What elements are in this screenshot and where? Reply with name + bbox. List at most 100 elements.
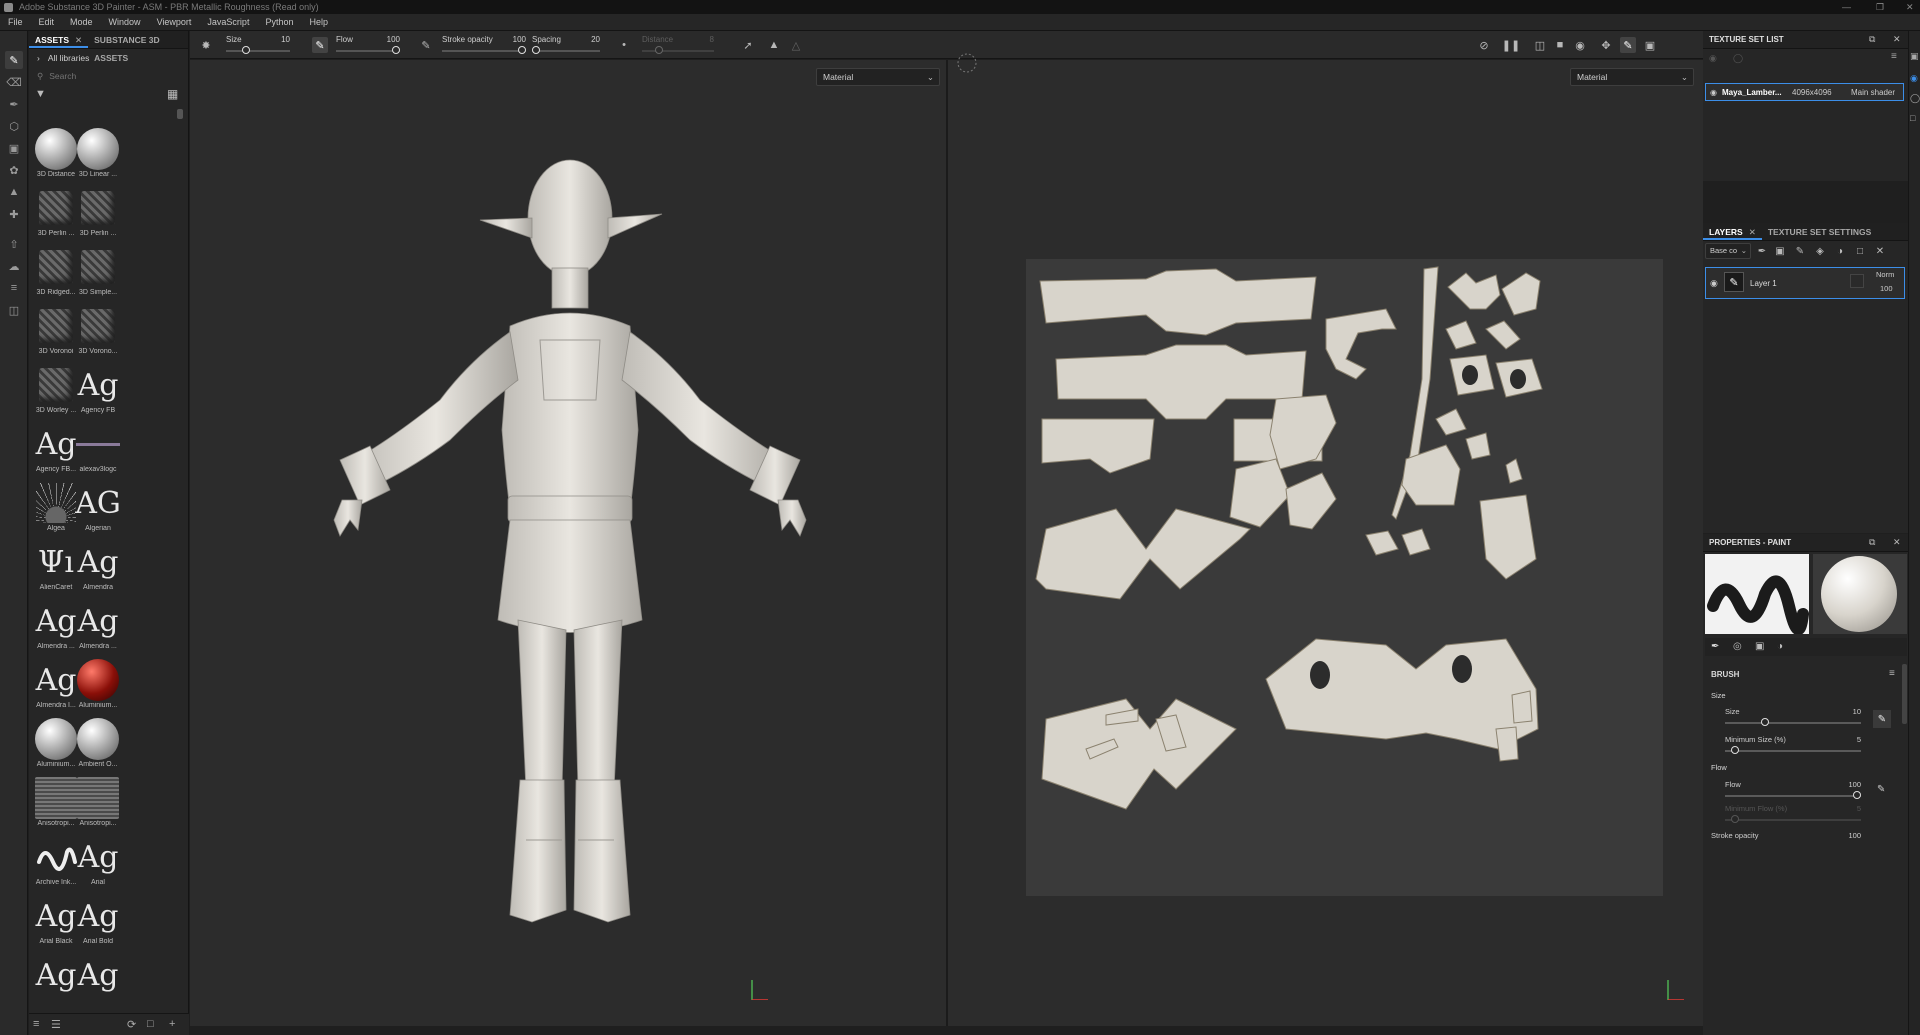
projection-tool-icon[interactable]: ✒ — [5, 95, 23, 113]
asset-item[interactable]: AG Algerian — [73, 481, 123, 539]
tab-texture-set-settings[interactable]: TEXTURE SET SETTINGS — [1762, 223, 1877, 240]
asset-item[interactable]: 3D Simple... — [73, 245, 123, 303]
layer-visibility-icon[interactable]: ◉ — [1710, 278, 1718, 289]
asset-item[interactable]: alexav3logc — [73, 422, 123, 480]
asset-item[interactable]: Ambient O... — [73, 717, 123, 775]
export-icon[interactable]: ◫ — [5, 301, 23, 319]
add-paint-layer-icon[interactable]: ✎ — [1793, 244, 1807, 258]
prop-min-size-slider[interactable]: Minimum Size (%) 5 — [1725, 735, 1861, 759]
asset-item[interactable]: Ag Almendra ... — [73, 599, 123, 657]
clone-tool-icon[interactable]: ✿ — [5, 161, 23, 179]
close-icon[interactable]: ✕ — [1893, 34, 1901, 45]
menu-python[interactable]: Python — [257, 17, 301, 27]
texture-set-row[interactable]: ◉ Maya_Lamber... 4096x4096 Main shader — [1705, 83, 1904, 101]
delete-layer-icon[interactable]: ✕ — [1873, 244, 1887, 258]
brush-preset-menu-icon[interactable]: ≡ — [1889, 668, 1895, 679]
asset-item[interactable]: Ag Almendra — [73, 540, 123, 598]
stencil-tab-icon[interactable]: ▣ — [1755, 641, 1764, 652]
symmetry-icon[interactable]: ▲ — [766, 37, 782, 53]
undock-icon[interactable]: ⧉ — [1869, 34, 1875, 45]
add-mask-icon[interactable]: ▣ — [1773, 244, 1787, 258]
flow-pressure-icon[interactable]: ✎ — [1877, 784, 1885, 795]
add-folder-icon[interactable]: □ — [1853, 244, 1867, 258]
iray-icon[interactable]: ☁ — [5, 257, 23, 275]
close-tab-icon[interactable]: ✕ — [1749, 227, 1756, 237]
stroke-opacity-slider[interactable]: Stroke opacity 100 — [442, 33, 526, 57]
undock-icon[interactable]: ⧉ — [1869, 537, 1875, 548]
search-input[interactable] — [49, 71, 170, 81]
eraser-tool-icon[interactable]: ⌫ — [5, 73, 23, 91]
prop-flow-slider[interactable]: Flow 100 — [1725, 780, 1861, 804]
grid-view-icon[interactable]: ▦ — [167, 87, 178, 101]
layer-row[interactable]: ◉ ✎ Layer 1 Norm 100 — [1705, 267, 1905, 299]
add-fill-layer-icon[interactable]: ◈ — [1813, 244, 1827, 258]
menu-mode[interactable]: Mode — [62, 17, 101, 27]
close-icon[interactable]: ✕ — [1906, 0, 1914, 14]
pressure-size-icon[interactable]: ✎ — [312, 37, 328, 53]
stroke-opacity-knob[interactable] — [518, 46, 526, 54]
view-mode-icon[interactable]: ◫ — [1532, 37, 1548, 53]
size-pressure-icon[interactable]: ✎ — [1873, 710, 1891, 728]
asset-item[interactable]: Ag Agency FB — [73, 363, 123, 421]
bake-icon[interactable]: ⇧ — [5, 235, 23, 253]
prop-size-knob[interactable] — [1760, 718, 1769, 726]
menu-viewport[interactable]: Viewport — [149, 17, 200, 27]
asset-item[interactable]: Ag Arial Bold — [73, 894, 123, 952]
pressure-flow-icon[interactable]: ✎ — [418, 37, 434, 53]
paint-brush-tool-icon[interactable]: ✎ — [5, 51, 23, 69]
menu-help[interactable]: Help — [301, 17, 336, 27]
shader-rail-icon[interactable]: □ — [1910, 113, 1915, 123]
symmetry-settings-icon[interactable]: △ — [788, 37, 804, 53]
transform-icon[interactable]: ✥ — [1598, 37, 1614, 53]
layer-opacity[interactable]: 100 — [1880, 284, 1893, 293]
tab-layers[interactable]: LAYERS ✕ — [1703, 223, 1762, 240]
flow-slider[interactable]: Flow 100 — [336, 33, 400, 57]
spacing-knob[interactable] — [532, 46, 540, 54]
folder-icon[interactable]: □ — [147, 1018, 154, 1030]
stamp-tool-icon[interactable]: ▲ — [5, 183, 23, 201]
viewport-2d-channel-dropdown[interactable]: Material ⌄ — [1570, 68, 1694, 86]
hide-icon[interactable]: ⊘ — [1476, 37, 1492, 53]
add-smart-material-icon[interactable]: ◑ — [1833, 244, 1847, 258]
spacing-slider[interactable]: Spacing 20 — [532, 33, 600, 57]
close-tab-icon[interactable]: ✕ — [75, 35, 82, 45]
layer-mask-slot[interactable] — [1850, 274, 1864, 288]
color-picker-tool-icon[interactable]: ✚ — [5, 205, 23, 223]
layer-channel-dropdown[interactable]: Base co ⌄ — [1705, 243, 1751, 259]
tab-assets[interactable]: ASSETS ✕ — [29, 31, 89, 48]
environment-icon[interactable]: ■ — [1552, 37, 1568, 53]
brush-tab-icon[interactable]: ✒ — [1711, 641, 1719, 652]
menu-window[interactable]: Window — [101, 17, 149, 27]
settings-menu-icon[interactable]: ≡ — [1891, 51, 1897, 62]
texture-set-rail-icon[interactable]: ▣ — [1910, 51, 1919, 62]
smudge-tool-icon[interactable]: ▣ — [5, 139, 23, 157]
pause-icon[interactable]: ❚❚ — [1502, 37, 1520, 53]
display-rail-icon[interactable]: ◯ — [1910, 93, 1920, 104]
prop-min-size-knob[interactable] — [1731, 746, 1740, 754]
minimize-icon[interactable]: — — [1842, 0, 1851, 14]
camera-icon[interactable]: ◉ — [1572, 37, 1588, 53]
maximize-icon[interactable]: ❐ — [1876, 0, 1884, 14]
add-effect-icon[interactable]: ✒ — [1755, 244, 1769, 258]
assets-scrollbar[interactable] — [177, 109, 183, 119]
asset-item[interactable]: Aluminium... — [73, 658, 123, 716]
asset-item[interactable]: 3D Vorono... — [73, 304, 123, 362]
lazy-mouse-icon[interactable]: • — [616, 37, 632, 53]
visibility-icon[interactable]: ◉ — [1709, 53, 1717, 64]
screenshot-icon[interactable]: ▣ — [1642, 37, 1658, 53]
size-slider[interactable]: Size 10 — [226, 33, 290, 57]
asset-item[interactable]: Anisotropi... — [73, 776, 123, 834]
size-knob[interactable] — [241, 46, 250, 54]
properties-scrollbar[interactable] — [1902, 664, 1907, 724]
tab-substance-3d-assets[interactable]: SUBSTANCE 3D ASSETS — [88, 31, 188, 63]
asset-item[interactable]: Ag Arial — [73, 835, 123, 893]
asset-item[interactable]: 3D Linear ... — [73, 127, 123, 185]
material-tab-icon[interactable]: ◑ — [1777, 641, 1783, 652]
prop-flow-knob[interactable] — [1853, 791, 1861, 799]
prop-size-slider[interactable]: Size 10 — [1725, 707, 1861, 731]
layer-blend-mode[interactable]: Norm — [1876, 270, 1894, 279]
menu-edit[interactable]: Edit — [31, 17, 63, 27]
close-icon[interactable]: ✕ — [1893, 537, 1901, 548]
uv-texture-area[interactable] — [1026, 259, 1663, 896]
layers-rail-icon[interactable]: ◉ — [1910, 73, 1918, 84]
